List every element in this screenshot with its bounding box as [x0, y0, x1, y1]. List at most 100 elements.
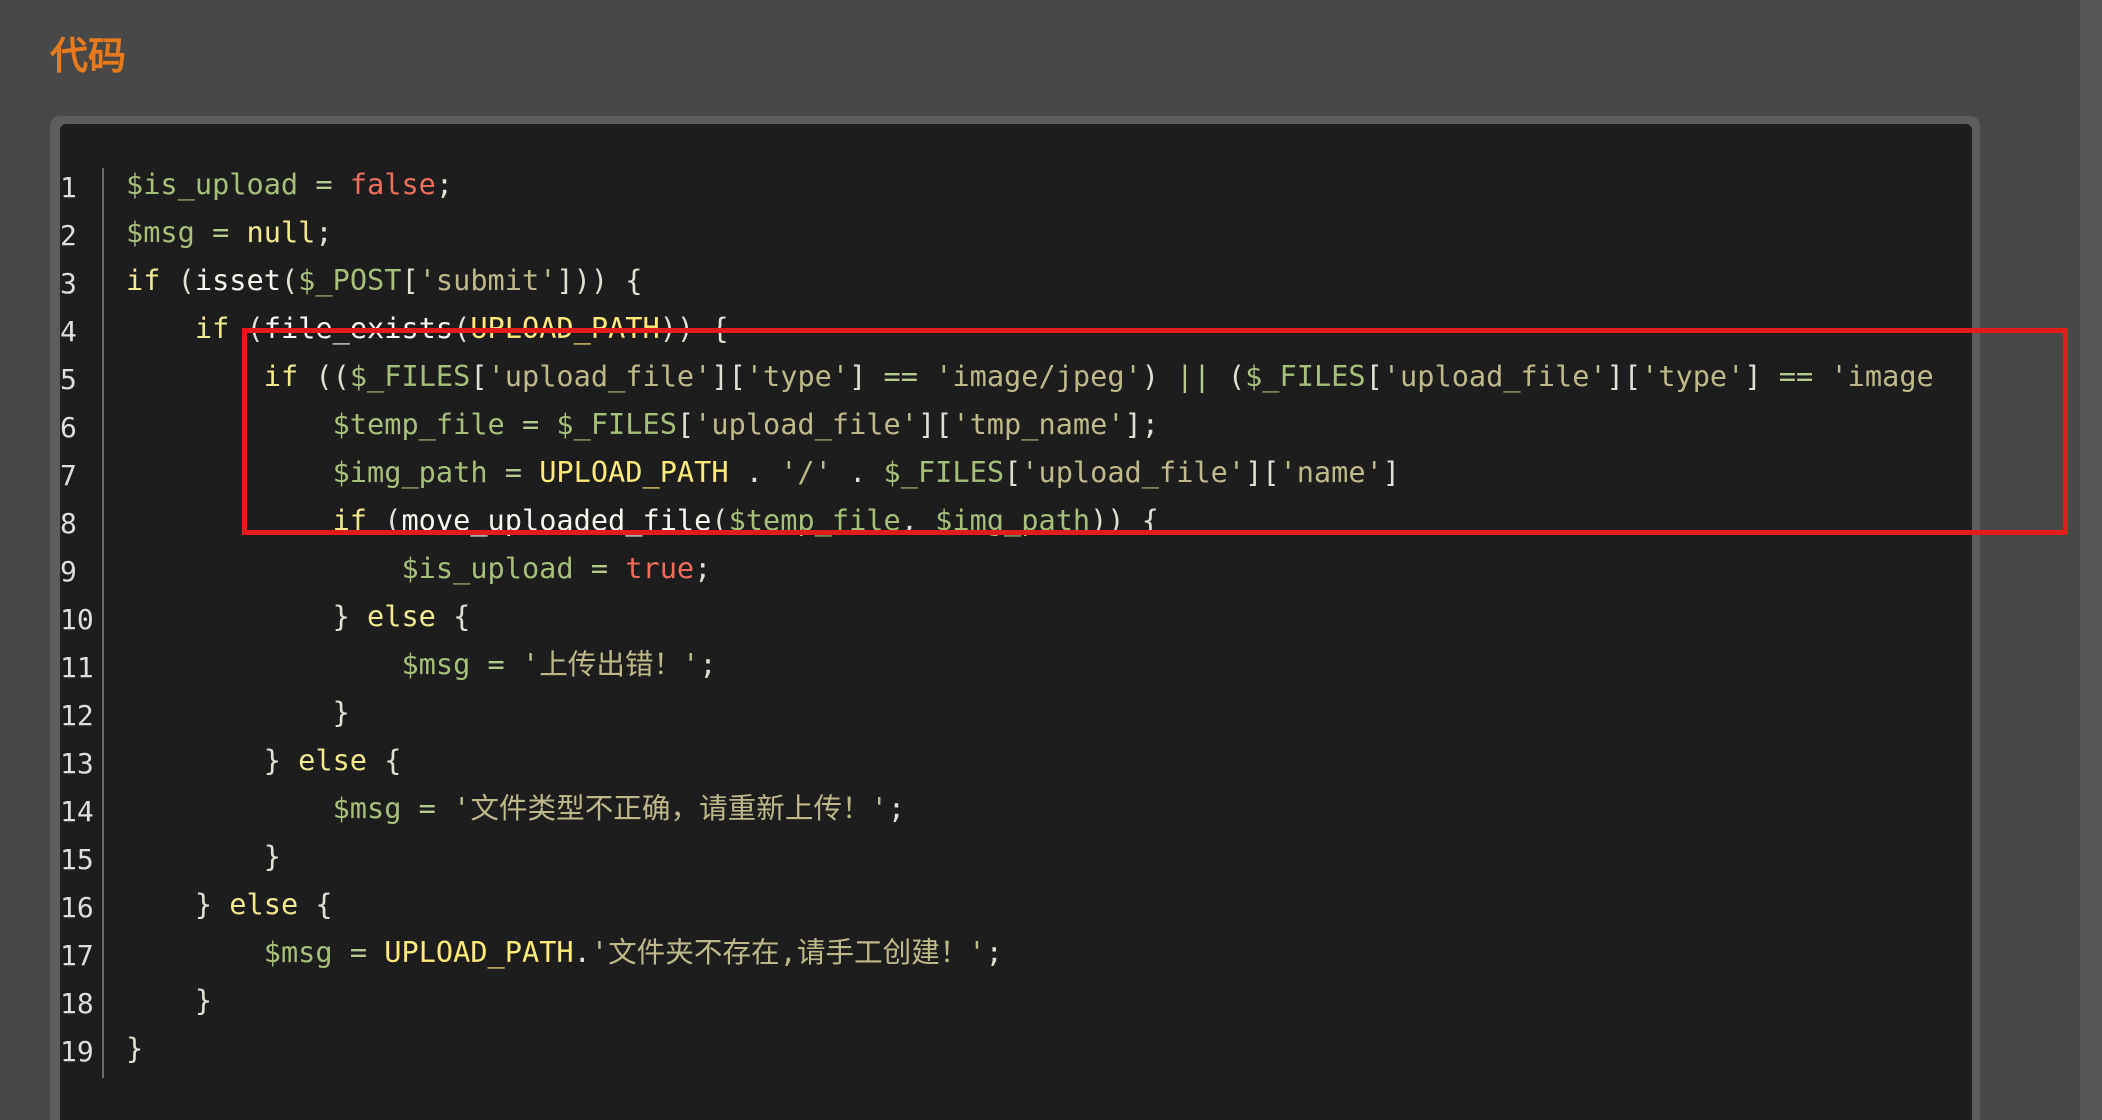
code-line: } else {: [126, 880, 1972, 928]
code-token: '上传出错！': [521, 647, 700, 681]
code-token: UPLOAD_PATH: [539, 455, 729, 489]
code-token: (: [711, 503, 729, 537]
code-token: }: [126, 839, 281, 873]
code-token: =: [504, 407, 557, 441]
code-token: false: [349, 167, 436, 201]
code-token: {: [367, 743, 402, 777]
code-token: ;: [315, 215, 333, 249]
code-token: [: [1365, 359, 1383, 393]
code-line: if (isset($_POST['submit'])) {: [126, 256, 1972, 304]
code-token: =: [487, 455, 540, 489]
code-token: $msg: [401, 647, 471, 681]
code-token: isset: [194, 263, 281, 297]
code-token: ||: [1176, 359, 1211, 393]
code-token: [: [401, 263, 419, 297]
code-line: if (move_uploaded_file($temp_file, $img_…: [126, 496, 1972, 544]
code-token: }: [126, 743, 299, 777]
line-number: 16: [60, 891, 94, 924]
code-token: ;: [699, 647, 717, 681]
code-token: if: [263, 359, 299, 393]
code-token: }: [126, 695, 350, 729]
code-token: (: [229, 311, 264, 345]
code-token: =: [470, 647, 522, 681]
code-token: $msg: [126, 215, 195, 249]
line-number: 7: [60, 459, 77, 492]
code-token: $_POST: [298, 263, 402, 297]
code-token: 'type': [745, 359, 850, 393]
code-token: if: [194, 311, 230, 345]
code-token: if: [126, 263, 161, 297]
line-number: 2: [60, 219, 77, 252]
code-token: =: [194, 215, 247, 249]
line-number: 19: [60, 1035, 94, 1068]
line-number: 9: [60, 555, 77, 588]
code-line: }: [126, 688, 1972, 736]
code-token: ]: [1382, 455, 1401, 489]
code-token: '/': [780, 455, 832, 489]
code-line: } else {: [126, 592, 1972, 640]
code-token: file_exists: [263, 311, 454, 345]
code-token: ): [1141, 359, 1177, 393]
code-token: .: [573, 935, 591, 969]
code-line: $msg = '上传出错！';: [126, 640, 1972, 688]
line-number: 13: [60, 747, 94, 780]
line-number: 5: [60, 363, 77, 396]
code-token: [: [470, 359, 488, 393]
code-token: ;: [435, 167, 454, 201]
code-token: '文件夹不存在,请手工创建！': [590, 935, 986, 969]
code-token: true: [625, 551, 695, 585]
code-token: ]: [849, 359, 884, 393]
code-line: $is_upload = true;: [126, 544, 1972, 592]
code-block[interactable]: $is_upload = false; $msg = null; if (isset…: [126, 160, 1972, 1072]
code-token: null: [246, 215, 316, 249]
code-panel: 1 2 3 4 5 6 7 8 9 10 11 12 13 14 15 16 17 18 19 $is_upload…: [60, 124, 1972, 1120]
code-token: 'upload_file': [1382, 359, 1607, 393]
line-number: 18: [60, 987, 94, 1020]
code-token: $_FILES: [1245, 359, 1366, 393]
code-token: =: [401, 791, 454, 825]
code-token: }: [126, 599, 368, 633]
code-line: $is_upload = false;: [126, 160, 1972, 208]
code-token: .: [728, 455, 781, 489]
code-token: ][: [711, 359, 746, 393]
code-token: 'image: [1830, 359, 1934, 393]
code-line: $temp_file = $_FILES['upload_file']['tmp…: [126, 400, 1972, 448]
code-token: =: [298, 167, 350, 201]
code-token: ==: [1778, 359, 1814, 393]
code-line: }: [126, 976, 1972, 1024]
code-token: $msg: [263, 935, 333, 969]
line-number: 11: [60, 651, 94, 684]
code-token: ];: [1124, 407, 1159, 441]
code-token: 'tmp_name': [952, 407, 1125, 441]
line-number: 17: [60, 939, 94, 972]
code-token: (: [453, 311, 471, 345]
code-token: ;: [887, 791, 906, 825]
code-token: }: [126, 887, 230, 921]
line-number: 4: [60, 315, 77, 348]
code-token: $_FILES: [556, 407, 677, 441]
code-token: $temp_file: [728, 503, 901, 537]
section-title: 代码: [50, 34, 127, 78]
code-token: {: [298, 887, 333, 921]
code-token: )) {: [1090, 503, 1159, 537]
line-number: 1: [60, 171, 77, 204]
code-token: ]: [1744, 359, 1779, 393]
code-token: $img_path: [935, 503, 1091, 537]
code-token: $is_upload: [401, 551, 574, 585]
code-line: if (($_FILES['upload_file']['type'] == '…: [126, 352, 1972, 400]
code-line: } else {: [126, 736, 1972, 784]
code-token: 'image/jpeg': [935, 359, 1142, 393]
code-token: .: [831, 455, 884, 489]
code-token: ][: [917, 407, 953, 441]
scrollbar-track[interactable]: [2080, 0, 2102, 1120]
code-token: [: [1004, 455, 1022, 489]
code-token: ;: [985, 935, 1003, 969]
code-token: {: [435, 599, 471, 633]
code-line: if (file_exists(UPLOAD_PATH)) {: [126, 304, 1972, 352]
code-token: $msg: [332, 791, 402, 825]
